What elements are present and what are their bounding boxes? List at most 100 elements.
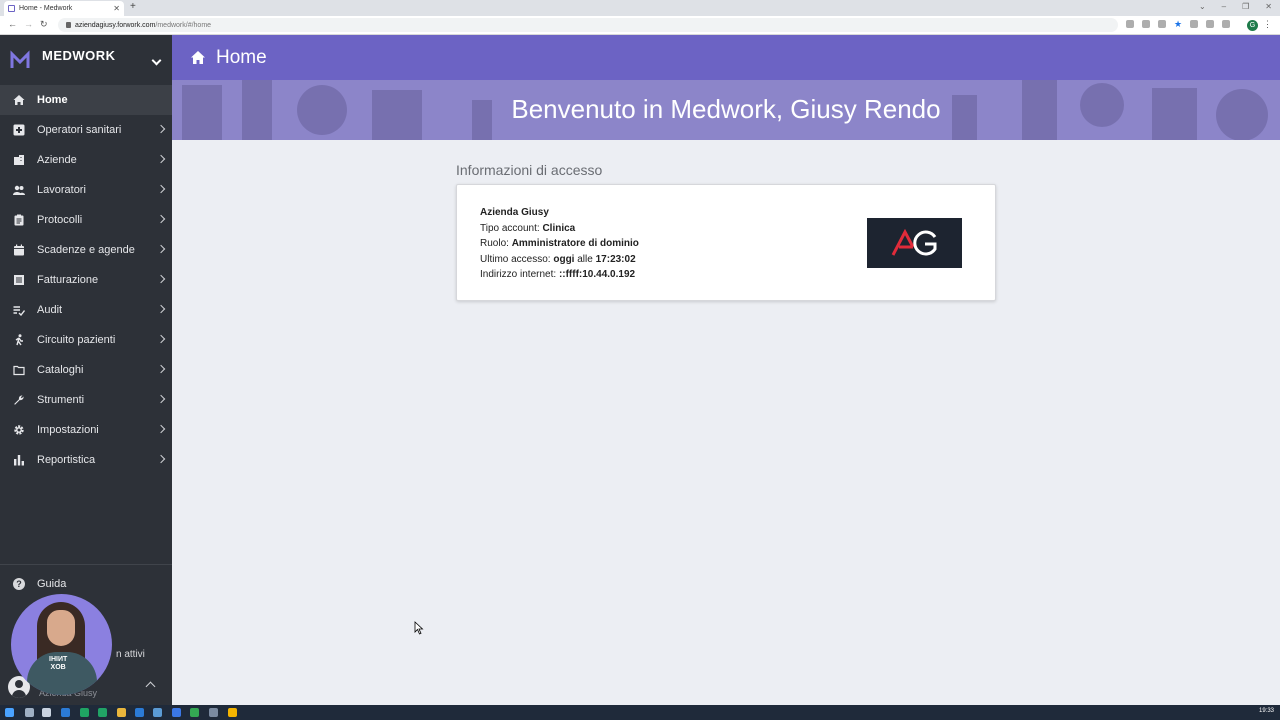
sidebar-item-protocolli[interactable]: Protocolli xyxy=(0,205,172,235)
app-icon[interactable] xyxy=(190,708,199,717)
chevron-right-icon xyxy=(156,124,166,134)
app-icon[interactable] xyxy=(98,708,107,717)
sidebar-nav: Home Operatori sanitari Aziende Lavoratori P… xyxy=(0,85,172,475)
checklist-icon xyxy=(13,304,25,316)
search-icon[interactable] xyxy=(25,708,34,717)
share-icon[interactable] xyxy=(1158,20,1166,28)
ip-value: ::ffff:10.44.0.192 xyxy=(558,269,636,281)
taskview-icon[interactable] xyxy=(42,708,51,717)
sidebar-item-scadenze-e-agende[interactable]: Scadenze e agende xyxy=(0,235,172,265)
hoodie-print: IHIИT XOB xyxy=(49,656,68,671)
mouse-cursor-icon xyxy=(414,621,424,635)
sidebar-item-fatturazione[interactable]: Fatturazione xyxy=(0,265,172,295)
chevron-right-icon xyxy=(156,184,166,194)
sidebar-item-label: Operatori sanitari xyxy=(37,124,122,136)
app-icon[interactable] xyxy=(209,708,218,717)
sidebar-item-label: Strumenti xyxy=(37,394,85,406)
sidebar-divider xyxy=(0,564,172,565)
bar-chart-icon xyxy=(13,454,25,466)
taskbar-clock: 19:33 xyxy=(1258,708,1274,714)
close-window-icon[interactable]: ✕ xyxy=(1265,2,1272,11)
window-controls: ⌄ – ❐ ✕ xyxy=(1199,2,1272,11)
new-tab-icon[interactable]: + xyxy=(130,1,136,12)
folder-icon xyxy=(13,364,25,376)
sidebar-item-guida[interactable]: ? Guida xyxy=(0,569,172,599)
puzzle-icon[interactable] xyxy=(1206,20,1214,28)
sidebar-item-circuito-pazienti[interactable]: Circuito pazienti xyxy=(0,325,172,355)
app-icon[interactable] xyxy=(172,708,181,717)
extension-icon[interactable] xyxy=(1190,20,1198,28)
role-value: Amministratore di dominio xyxy=(511,238,639,250)
app-icon[interactable] xyxy=(80,708,89,717)
sidebar-item-impostazioni[interactable]: Impostazioni xyxy=(0,415,172,445)
chevron-right-icon xyxy=(156,424,166,434)
sidebar-item-audit[interactable]: Audit xyxy=(0,295,172,325)
home-icon xyxy=(191,51,205,64)
forward-icon[interactable]: → xyxy=(24,19,33,29)
chevron-up-icon[interactable] xyxy=(145,681,156,692)
bookmark-star-icon[interactable]: ★ xyxy=(1174,20,1182,29)
sidebar-item-label: Circuito pazienti xyxy=(37,334,116,346)
medwork-logo-icon xyxy=(10,50,30,68)
url-host: aziendagiusy.forwork.com xyxy=(75,21,156,29)
walking-person-icon xyxy=(13,334,25,346)
app-icon[interactable] xyxy=(117,708,126,717)
menu-dots-icon[interactable]: ⋮ xyxy=(1263,19,1272,30)
chevron-down-icon[interactable]: ⌄ xyxy=(1199,2,1206,11)
last-access-time: 17:23:02 xyxy=(595,253,636,265)
sidepanel-icon[interactable] xyxy=(1222,20,1230,28)
sidebar-item-operatori-sanitari[interactable]: Operatori sanitari xyxy=(0,115,172,145)
presenter-face xyxy=(47,610,75,646)
sidebar-item-home[interactable]: Home xyxy=(0,85,172,115)
browser-tab[interactable]: Home - Medwork ✕ xyxy=(4,1,124,16)
url-path: /medwork/#/home xyxy=(155,21,212,29)
account-type-value: Clinica xyxy=(542,222,576,234)
reload-icon[interactable]: ↻ xyxy=(40,19,48,30)
medical-plus-icon xyxy=(13,124,25,136)
sidebar-item-label: Guida xyxy=(37,578,67,590)
close-tab-icon[interactable]: ✕ xyxy=(113,4,120,13)
app-icon[interactable] xyxy=(135,708,144,717)
profile-avatar[interactable]: G xyxy=(1247,20,1258,31)
sidebar-item-aziende[interactable]: Aziende xyxy=(0,145,172,175)
brand-header[interactable]: MEDWORK xyxy=(0,35,172,85)
chevron-right-icon xyxy=(156,244,166,254)
app-window: Home - Medwork ✕ + ⌄ – ❐ ✕ ← → ↻ azienda… xyxy=(0,0,1280,720)
account-type-label: Tipo account: xyxy=(480,222,540,234)
app-icon[interactable] xyxy=(153,708,162,717)
app-icon[interactable] xyxy=(61,708,70,717)
minimize-icon[interactable]: – xyxy=(1222,2,1226,11)
start-icon[interactable] xyxy=(5,708,14,717)
role-row: Ruolo: Amministratore di dominio xyxy=(480,236,639,252)
sidebar-item-label: Aziende xyxy=(37,154,77,166)
tab-title: Home - Medwork xyxy=(19,5,73,12)
restore-icon[interactable]: ❐ xyxy=(1242,2,1249,11)
calendar-icon xyxy=(13,244,25,256)
last-access-label: Ultimo accesso: xyxy=(480,253,551,265)
chevron-down-icon[interactable] xyxy=(151,55,162,66)
chevron-right-icon xyxy=(156,334,166,344)
chevron-right-icon xyxy=(156,274,166,284)
sidebar-item-strumenti[interactable]: Strumenti xyxy=(0,385,172,415)
sidebar-item-label: Reportistica xyxy=(37,454,96,466)
access-info-details: Azienda Giusy Tipo account: Clinica Ruol… xyxy=(480,205,639,283)
chevron-right-icon xyxy=(156,454,166,464)
access-info-card: Azienda Giusy Tipo account: Clinica Ruol… xyxy=(456,184,996,301)
chrome-icon[interactable] xyxy=(228,708,237,717)
browser-toolbar: ← → ↻ aziendagiusy.forwork.com /medwork/… xyxy=(0,16,1280,35)
sidebar-item-lavoratori[interactable]: Lavoratori xyxy=(0,175,172,205)
zoom-icon[interactable] xyxy=(1142,20,1150,28)
page-header: Home xyxy=(172,35,1280,80)
install-icon[interactable] xyxy=(1126,20,1134,28)
back-icon[interactable]: ← xyxy=(8,19,17,29)
last-access-row: Ultimo accesso: oggi alle 17:23:02 xyxy=(480,252,639,268)
address-bar[interactable]: aziendagiusy.forwork.com /medwork/#/home xyxy=(58,18,1118,32)
svg-text:?: ? xyxy=(16,579,22,589)
wrench-icon xyxy=(13,394,25,406)
sidebar-item-cataloghi[interactable]: Cataloghi xyxy=(0,355,172,385)
company-logo xyxy=(867,218,962,268)
chevron-right-icon xyxy=(156,154,166,164)
clipboard-icon xyxy=(13,214,25,226)
sidebar-item-reportistica[interactable]: Reportistica xyxy=(0,445,172,475)
welcome-heading: Benvenuto in Medwork, Giusy Rendo xyxy=(511,94,941,124)
